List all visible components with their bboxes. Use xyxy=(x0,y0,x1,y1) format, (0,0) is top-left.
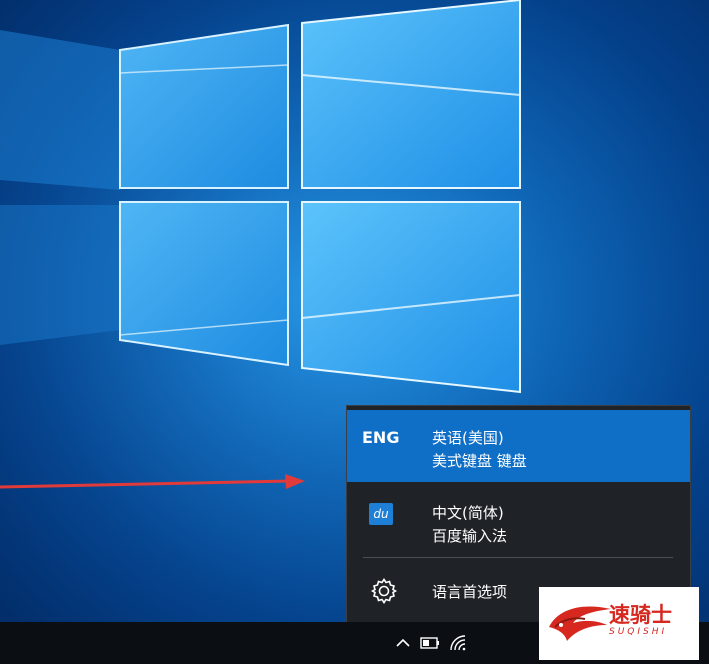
keyboard-layout: 美式键盘 键盘 xyxy=(432,452,527,470)
language-item-chinese[interactable]: du 中文(简体) 百度输入法 xyxy=(347,485,690,557)
window-pane-top-right xyxy=(301,0,521,189)
watermark-subtext: SUQISHI xyxy=(609,627,668,637)
language-code-eng: ENG xyxy=(362,428,400,447)
gear-icon xyxy=(370,578,398,604)
language-name: 英语(美国) xyxy=(432,429,504,447)
language-name: 中文(简体) xyxy=(432,504,504,522)
flyout-divider xyxy=(363,557,673,558)
chevron-up-icon[interactable] xyxy=(395,634,411,652)
baidu-ime-icon: du xyxy=(369,503,393,525)
suqishi-logo xyxy=(549,606,611,641)
window-pane-top-left xyxy=(119,23,289,189)
window-pane-bottom-left xyxy=(119,201,289,367)
language-item-english[interactable]: ENG 英语(美国) 美式键盘 键盘 xyxy=(347,410,690,482)
wifi-icon[interactable] xyxy=(449,634,467,652)
suqishi-watermark: 速骑士 SUQISHI xyxy=(539,587,699,660)
window-pane-bottom-right xyxy=(301,201,521,394)
battery-icon[interactable] xyxy=(420,634,440,652)
desktop: ENG 英语(美国) 美式键盘 键盘 du 中文(简体) 百度输入法 语言首选项 xyxy=(0,0,709,664)
language-preferences-label: 语言首选项 xyxy=(432,583,508,601)
red-arrow-annotation xyxy=(0,474,305,489)
keyboard-layout: 百度输入法 xyxy=(432,527,508,545)
watermark-text: 速骑士 xyxy=(609,603,672,627)
